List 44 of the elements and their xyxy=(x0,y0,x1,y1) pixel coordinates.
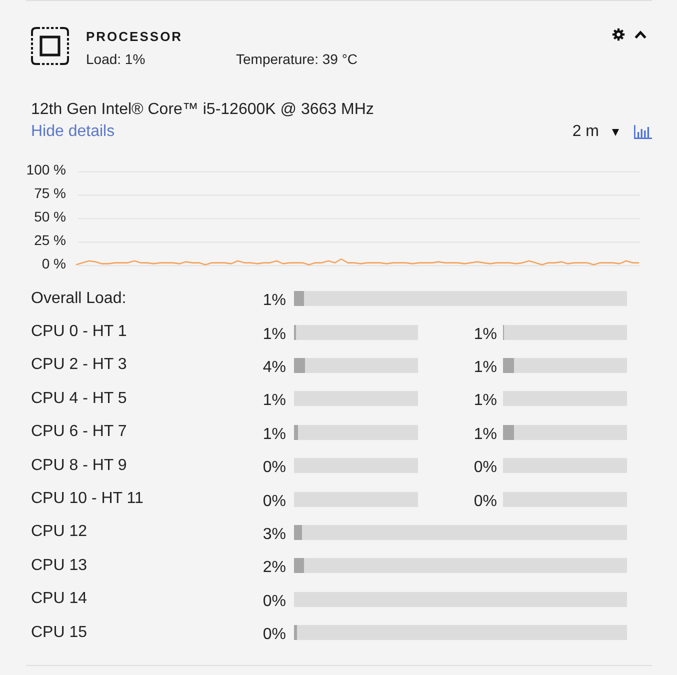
core-label: CPU 8 - HT 9 xyxy=(31,456,128,475)
y-axis-label: 100 % xyxy=(26,162,66,178)
core-label: Overall Load: xyxy=(31,290,128,308)
core-load-reading: 3% xyxy=(262,526,286,544)
core-label: CPU 10 - HT 11 xyxy=(31,490,144,508)
core-load-reading: 0% xyxy=(262,592,286,611)
core-load-reading: 1% xyxy=(472,358,497,377)
core-load-reading: 1% xyxy=(262,392,286,410)
y-axis-label: 50 % xyxy=(34,208,66,225)
core-load-reading: 1% xyxy=(472,426,497,444)
core-label: CPU 4 - HT 5 xyxy=(31,390,128,408)
load-reading: Load: 1% xyxy=(86,51,146,68)
core-load-reading: 0% xyxy=(472,459,497,478)
y-axis-label: 75 % xyxy=(34,185,66,202)
settings-icon[interactable] xyxy=(612,28,625,41)
y-axis-label: 25 % xyxy=(34,232,66,248)
panel-title: PROCESSOR xyxy=(86,29,184,45)
core-load-reading: 1% xyxy=(472,392,497,410)
temperature-reading: Temperature: 39 °C xyxy=(236,51,358,68)
core-label: CPU 12 xyxy=(31,523,88,542)
core-load-reading: 1% xyxy=(262,326,286,344)
hide-details-link[interactable]: Hide details xyxy=(31,122,115,140)
core-load-reading: 0% xyxy=(262,492,286,511)
core-load-reading: 0% xyxy=(262,459,286,478)
collapse-caret-icon[interactable] xyxy=(634,30,647,39)
caret-down-icon xyxy=(612,128,619,136)
core-load-reading: 1% xyxy=(262,426,286,444)
cpu-model-text: 12th Gen Intel® Core™ i5-12600K @ 3663 MHz xyxy=(31,101,375,119)
time-range-dropdown[interactable]: 2 m xyxy=(572,123,619,141)
core-label: CPU 15 xyxy=(31,624,88,642)
core-label: CPU 13 xyxy=(31,556,88,575)
processor-chip-icon xyxy=(31,27,69,65)
core-label: CPU 0 - HT 1 xyxy=(31,323,128,342)
bar-chart-icon[interactable] xyxy=(634,125,652,139)
core-load-reading: 2% xyxy=(262,559,286,578)
core-load-reading: 0% xyxy=(262,626,286,644)
core-load-reading: 1% xyxy=(262,292,286,310)
core-label: CPU 6 - HT 7 xyxy=(31,423,128,442)
core-load-reading: 1% xyxy=(472,326,497,344)
y-axis-label: 0 % xyxy=(42,256,66,272)
core-load-reading: 0% xyxy=(472,492,497,511)
core-label: CPU 14 xyxy=(31,590,88,608)
core-load-reading: 4% xyxy=(262,358,286,377)
core-label: CPU 2 - HT 3 xyxy=(31,356,128,374)
